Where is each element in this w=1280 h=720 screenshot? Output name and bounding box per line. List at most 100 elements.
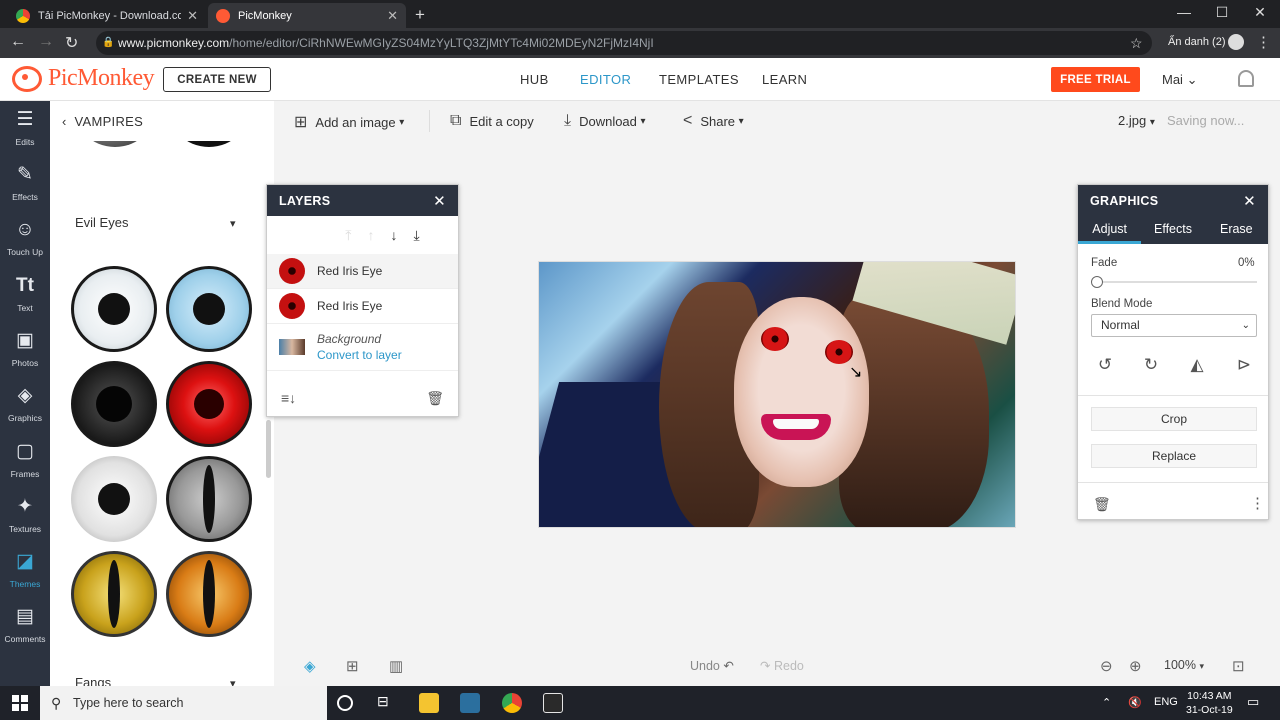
fade-slider-track[interactable]	[1091, 281, 1257, 283]
red-iris-eye-graphic[interactable]	[825, 340, 853, 364]
zoom-in-icon[interactable]: ⊕	[1129, 657, 1142, 675]
zoom-dropdown[interactable]: 100% ▾	[1164, 658, 1204, 672]
move-down-icon[interactable]: ↓	[391, 227, 398, 243]
volume-muted-icon[interactable]: 🔇	[1128, 696, 1142, 709]
free-trial-button[interactable]: FREE TRIAL	[1051, 67, 1140, 92]
close-window-icon[interactable]: ✕	[1250, 4, 1270, 21]
section-fangs[interactable]: Fangs	[75, 675, 111, 686]
crop-button[interactable]: Crop	[1091, 407, 1257, 431]
eye-graphic-black[interactable]	[71, 361, 157, 447]
eye-graphic-grey[interactable]	[71, 456, 157, 542]
notifications-icon[interactable]: ▭	[1247, 694, 1259, 710]
redo-button[interactable]: ↷ Redo	[760, 658, 804, 673]
clock[interactable]: 10:43 AM 31-Oct-19	[1186, 689, 1233, 717]
eye-graphic-slit-yellow[interactable]	[71, 551, 157, 637]
taskbar-search[interactable]: ⚲ Type here to search	[40, 686, 327, 720]
bookmark-star-icon[interactable]: ☆	[1130, 35, 1143, 52]
camtasia-icon[interactable]	[543, 693, 563, 713]
language-indicator[interactable]: ENG	[1154, 696, 1178, 708]
incognito-label[interactable]: Ẩn danh (2)	[1168, 36, 1225, 48]
eye-graphic-slit-grey[interactable]	[166, 456, 252, 542]
flip-vertical-icon[interactable]: ⊳	[1233, 355, 1255, 375]
chevron-down-icon[interactable]: ▾	[230, 217, 236, 230]
move-up-icon[interactable]: ↑	[368, 227, 375, 243]
filename-dropdown[interactable]: 2.jpg ▾	[1118, 113, 1155, 128]
tab-download-com[interactable]: Tải PicMonkey - Download.com.vn ✕	[8, 3, 206, 28]
close-icon[interactable]: ✕	[433, 192, 446, 210]
add-image-button[interactable]: ⊞ Add an image ▾	[294, 112, 404, 132]
photo-canvas[interactable]: ↘	[538, 261, 1016, 528]
replace-button[interactable]: Replace	[1091, 444, 1257, 468]
app-icon[interactable]	[460, 693, 480, 713]
rail-item-comments[interactable]: ▤ Comments	[0, 598, 50, 653]
convert-to-layer-link[interactable]: Convert to layer	[317, 348, 402, 362]
panel-toggle-icon[interactable]: ▥	[389, 657, 403, 675]
edit-copy-button[interactable]: ⧉ Edit a copy	[450, 112, 534, 130]
rail-item-touch-up[interactable]: ☺ Touch Up	[0, 211, 50, 266]
rail-item-photos[interactable]: ▣ Photos	[0, 322, 50, 377]
chevron-down-icon[interactable]: ▾	[230, 677, 236, 686]
nav-learn[interactable]: LEARN	[762, 72, 807, 87]
flatten-layers-icon[interactable]: ≡↓	[281, 390, 296, 406]
close-tab-icon[interactable]: ✕	[387, 8, 398, 24]
task-view-icon[interactable]: ⊟	[377, 693, 397, 713]
reload-icon[interactable]: ↻	[65, 33, 78, 53]
chrome-taskbar-icon[interactable]	[502, 693, 522, 713]
tab-effects[interactable]: Effects	[1141, 216, 1204, 244]
rail-item-effects[interactable]: ✎ Effects	[0, 156, 50, 211]
tab-picmonkey[interactable]: PicMonkey ✕	[208, 3, 406, 28]
rotate-left-icon[interactable]: ↺	[1094, 355, 1116, 375]
file-explorer-icon[interactable]	[419, 693, 439, 713]
url-field[interactable]: 🔒 www.picmonkey.com/home/editor/CiRhNWEw…	[96, 31, 1152, 55]
nav-templates[interactable]: TEMPLATES	[659, 72, 739, 87]
create-new-button[interactable]: CREATE NEW	[163, 67, 271, 92]
rail-item-text[interactable]: Tt Text	[0, 267, 50, 322]
fade-slider-handle[interactable]	[1091, 276, 1103, 288]
eye-graphic-red[interactable]	[166, 361, 252, 447]
send-to-back-icon[interactable]: ⤓	[414, 227, 420, 244]
nav-editor[interactable]: EDITOR	[580, 72, 631, 87]
rail-item-graphics[interactable]: ◈ Graphics	[0, 377, 50, 432]
rail-item-themes[interactable]: ◪ Themes	[0, 543, 50, 598]
close-icon[interactable]: ✕	[1243, 192, 1256, 210]
flip-horizontal-icon[interactable]: ◭	[1186, 355, 1208, 375]
download-button[interactable]: ⤓ Download ▾	[564, 112, 646, 130]
picmonkey-logo[interactable]: PicMonkey	[12, 65, 155, 92]
eye-graphic-slit-orange[interactable]	[166, 551, 252, 637]
nav-hub[interactable]: HUB	[520, 72, 549, 87]
section-evil-eyes[interactable]: Evil Eyes	[75, 215, 128, 230]
red-iris-eye-graphic[interactable]	[761, 327, 789, 351]
user-menu[interactable]: Mai ⌄	[1162, 72, 1197, 88]
tab-erase[interactable]: Erase	[1205, 216, 1268, 244]
bring-to-front-icon[interactable]: ⤒	[345, 227, 351, 244]
notification-bell-icon[interactable]	[1238, 70, 1254, 87]
rotate-right-icon[interactable]: ↻	[1140, 355, 1162, 375]
layers-header[interactable]: LAYERS ✕	[267, 185, 458, 216]
back-icon[interactable]: ←	[10, 33, 26, 51]
maximize-icon[interactable]: ☐	[1212, 4, 1232, 21]
trash-icon[interactable]: 🗑	[426, 390, 444, 407]
eye-graphic-white[interactable]	[71, 266, 157, 352]
layer-row[interactable]: Red Iris Eye	[267, 254, 458, 289]
tab-adjust[interactable]: Adjust	[1078, 216, 1142, 244]
minimize-icon[interactable]: —	[1174, 4, 1194, 20]
background-layer-row[interactable]: Background Convert to layer	[267, 324, 458, 371]
graphics-header[interactable]: GRAPHICS ✕	[1078, 185, 1268, 216]
blend-mode-select[interactable]: Normal ⌄	[1091, 314, 1257, 337]
eye-graphic-blue[interactable]	[166, 266, 252, 352]
tray-chevron-up-icon[interactable]: ⌃	[1102, 696, 1111, 709]
more-options-icon[interactable]: ⋮	[1250, 494, 1265, 512]
rail-item-textures[interactable]: ✦ Textures	[0, 488, 50, 543]
close-tab-icon[interactable]: ✕	[187, 8, 198, 24]
panel-scrollbar[interactable]	[266, 420, 271, 478]
forward-icon[interactable]: →	[38, 33, 54, 51]
incognito-icon[interactable]	[1228, 34, 1244, 50]
cortana-icon[interactable]	[337, 695, 353, 711]
layers-toggle-icon[interactable]: ◈	[304, 657, 316, 675]
back-to-vampires[interactable]: ‹ VAMPIRES	[62, 101, 262, 141]
undo-button[interactable]: Undo ↶	[690, 658, 734, 673]
zoom-out-icon[interactable]: ⊖	[1100, 657, 1113, 675]
rail-item-edits[interactable]: ☰ Edits	[0, 101, 50, 156]
trash-icon[interactable]: 🗑	[1093, 496, 1111, 513]
rail-item-frames[interactable]: ▢ Frames	[0, 433, 50, 488]
